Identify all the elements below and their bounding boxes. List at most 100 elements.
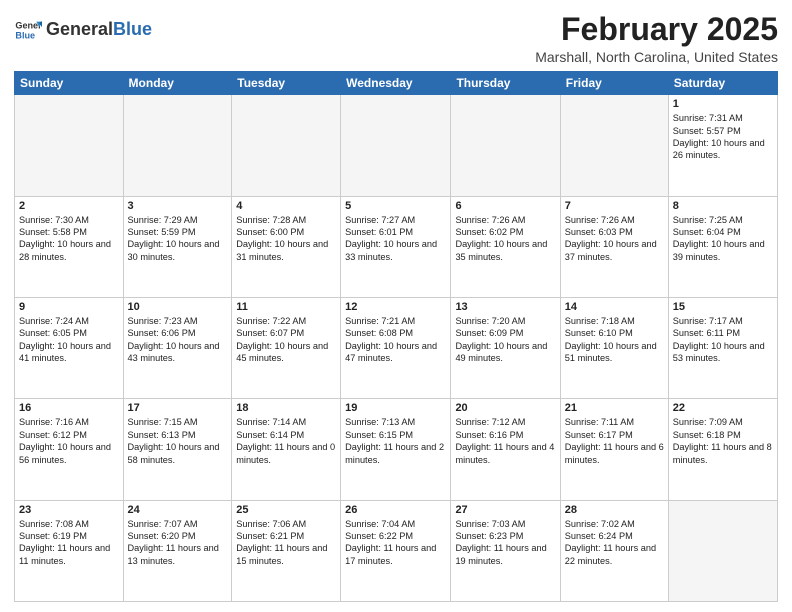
day-number: 25	[236, 504, 336, 516]
day-number: 1	[673, 98, 773, 110]
title-block: February 2025 Marshall, North Carolina, …	[535, 12, 778, 65]
calendar-cell	[15, 95, 124, 196]
day-info: Sunrise: 7:03 AMSunset: 6:23 PMDaylight:…	[455, 518, 555, 568]
calendar-cell: 1 Sunrise: 7:31 AMSunset: 5:57 PMDaylight…	[668, 95, 777, 196]
day-number: 22	[673, 402, 773, 414]
logo: General Blue GeneralBlue	[14, 16, 152, 44]
calendar-cell: 7Sunrise: 7:26 AMSunset: 6:03 PMDaylight…	[560, 196, 668, 297]
day-info: Sunrise: 7:20 AMSunset: 6:09 PMDaylight:…	[455, 315, 555, 365]
day-number: 2	[19, 200, 119, 212]
day-number: 16	[19, 402, 119, 414]
day-number: 17	[128, 402, 228, 414]
calendar-cell	[668, 500, 777, 601]
day-info: Sunrise: 7:15 AMSunset: 6:13 PMDaylight:…	[128, 416, 228, 466]
calendar-cell: 5 Sunrise: 7:27 AMSunset: 6:01 PMDaylight…	[341, 196, 451, 297]
day-number: 28	[565, 504, 664, 516]
day-number: 12	[345, 301, 446, 313]
calendar-cell: 23 Sunrise: 7:08 AMSunset: 6:19 PMDayligh…	[15, 500, 124, 601]
weekday-header-saturday: Saturday	[668, 72, 777, 95]
calendar-cell	[123, 95, 232, 196]
weekday-header-row: SundayMondayTuesdayWednesdayThursdayFrid…	[15, 72, 778, 95]
day-info: Sunrise: 7:14 AMSunset: 6:14 PMDaylight:…	[236, 416, 336, 466]
weekday-header-friday: Friday	[560, 72, 668, 95]
calendar-cell: 20Sunrise: 7:12 AMSunset: 6:16 PMDayligh…	[451, 399, 560, 500]
day-number: 18	[236, 402, 336, 414]
calendar-table: SundayMondayTuesdayWednesdayThursdayFrid…	[14, 71, 778, 602]
calendar-title: February 2025	[535, 12, 778, 47]
calendar-cell: 16 Sunrise: 7:16 AMSunset: 6:12 PMDayligh…	[15, 399, 124, 500]
calendar-week-row: 9 Sunrise: 7:24 AMSunset: 6:05 PMDaylight…	[15, 297, 778, 398]
calendar-week-row: 1 Sunrise: 7:31 AMSunset: 5:57 PMDaylight…	[15, 95, 778, 196]
calendar-cell: 13 Sunrise: 7:20 AMSunset: 6:09 PMDayligh…	[451, 297, 560, 398]
day-info: Sunrise: 7:04 AMSunset: 6:22 PMDaylight:…	[345, 518, 446, 568]
calendar-cell	[341, 95, 451, 196]
calendar-cell: 22 Sunrise: 7:09 AMSunset: 6:18 PMDayligh…	[668, 399, 777, 500]
day-info: Sunrise: 7:29 AMSunset: 5:59 PMDaylight:…	[128, 214, 228, 264]
calendar-cell: 17 Sunrise: 7:15 AMSunset: 6:13 PMDayligh…	[123, 399, 232, 500]
day-info: Sunrise: 7:23 AMSunset: 6:06 PMDaylight:…	[128, 315, 228, 365]
day-info: Sunrise: 7:18 AMSunset: 6:10 PMDaylight:…	[565, 315, 664, 365]
day-info: Sunrise: 7:02 AMSunset: 6:24 PMDaylight:…	[565, 518, 664, 568]
day-number: 5	[345, 200, 446, 212]
day-info: Sunrise: 7:08 AMSunset: 6:19 PMDaylight:…	[19, 518, 119, 568]
calendar-cell: 6Sunrise: 7:26 AMSunset: 6:02 PMDaylight…	[451, 196, 560, 297]
day-number: 9	[19, 301, 119, 313]
day-info: Sunrise: 7:12 AMSunset: 6:16 PMDaylight:…	[455, 416, 555, 466]
weekday-header-sunday: Sunday	[15, 72, 124, 95]
day-info: Sunrise: 7:11 AMSunset: 6:17 PMDaylight:…	[565, 416, 664, 466]
day-number: 21	[565, 402, 664, 414]
day-number: 3	[128, 200, 228, 212]
day-number: 6	[455, 200, 555, 212]
svg-text:Blue: Blue	[15, 30, 35, 40]
day-number: 8	[673, 200, 773, 212]
day-number: 26	[345, 504, 446, 516]
day-info: Sunrise: 7:21 AMSunset: 6:08 PMDaylight:…	[345, 315, 446, 365]
day-info: Sunrise: 7:13 AMSunset: 6:15 PMDaylight:…	[345, 416, 446, 466]
logo-general-text: General	[46, 19, 113, 39]
calendar-cell: 3 Sunrise: 7:29 AMSunset: 5:59 PMDaylight…	[123, 196, 232, 297]
day-info: Sunrise: 7:25 AMSunset: 6:04 PMDaylight:…	[673, 214, 773, 264]
calendar-cell	[232, 95, 341, 196]
day-info: Sunrise: 7:07 AMSunset: 6:20 PMDaylight:…	[128, 518, 228, 568]
day-info: Sunrise: 7:31 AMSunset: 5:57 PMDaylight:…	[673, 112, 773, 162]
calendar-cell: 11 Sunrise: 7:22 AMSunset: 6:07 PMDayligh…	[232, 297, 341, 398]
day-number: 13	[455, 301, 555, 313]
weekday-header-wednesday: Wednesday	[341, 72, 451, 95]
day-info: Sunrise: 7:09 AMSunset: 6:18 PMDaylight:…	[673, 416, 773, 466]
calendar-cell: 27Sunrise: 7:03 AMSunset: 6:23 PMDayligh…	[451, 500, 560, 601]
day-info: Sunrise: 7:22 AMSunset: 6:07 PMDaylight:…	[236, 315, 336, 365]
calendar-week-row: 2 Sunrise: 7:30 AMSunset: 5:58 PMDaylight…	[15, 196, 778, 297]
calendar-cell: 26 Sunrise: 7:04 AMSunset: 6:22 PMDayligh…	[341, 500, 451, 601]
day-number: 15	[673, 301, 773, 313]
calendar-cell	[451, 95, 560, 196]
calendar-cell: 15 Sunrise: 7:17 AMSunset: 6:11 PMDayligh…	[668, 297, 777, 398]
calendar-cell: 21 Sunrise: 7:11 AMSunset: 6:17 PMDayligh…	[560, 399, 668, 500]
calendar-cell: 10 Sunrise: 7:23 AMSunset: 6:06 PMDayligh…	[123, 297, 232, 398]
calendar-cell: 12 Sunrise: 7:21 AMSunset: 6:08 PMDayligh…	[341, 297, 451, 398]
day-info: Sunrise: 7:16 AMSunset: 6:12 PMDaylight:…	[19, 416, 119, 466]
calendar-cell: 2 Sunrise: 7:30 AMSunset: 5:58 PMDaylight…	[15, 196, 124, 297]
day-number: 14	[565, 301, 664, 313]
logo-blue-text: Blue	[113, 19, 152, 39]
day-info: Sunrise: 7:24 AMSunset: 6:05 PMDaylight:…	[19, 315, 119, 365]
calendar-cell	[560, 95, 668, 196]
day-number: 24	[128, 504, 228, 516]
day-number: 19	[345, 402, 446, 414]
day-info: Sunrise: 7:26 AMSunset: 6:03 PMDaylight:…	[565, 214, 664, 264]
calendar-cell: 8 Sunrise: 7:25 AMSunset: 6:04 PMDaylight…	[668, 196, 777, 297]
logo-icon: General Blue	[14, 16, 42, 44]
day-info: Sunrise: 7:30 AMSunset: 5:58 PMDaylight:…	[19, 214, 119, 264]
day-number: 11	[236, 301, 336, 313]
calendar-cell: 19 Sunrise: 7:13 AMSunset: 6:15 PMDayligh…	[341, 399, 451, 500]
day-number: 10	[128, 301, 228, 313]
day-number: 23	[19, 504, 119, 516]
day-info: Sunrise: 7:17 AMSunset: 6:11 PMDaylight:…	[673, 315, 773, 365]
weekday-header-monday: Monday	[123, 72, 232, 95]
weekday-header-tuesday: Tuesday	[232, 72, 341, 95]
calendar-subtitle: Marshall, North Carolina, United States	[535, 49, 778, 65]
day-info: Sunrise: 7:27 AMSunset: 6:01 PMDaylight:…	[345, 214, 446, 264]
header: General Blue GeneralBlue February 2025 M…	[14, 12, 778, 65]
calendar-cell: 28 Sunrise: 7:02 AMSunset: 6:24 PMDayligh…	[560, 500, 668, 601]
calendar-cell: 18 Sunrise: 7:14 AMSunset: 6:14 PMDayligh…	[232, 399, 341, 500]
calendar-week-row: 16 Sunrise: 7:16 AMSunset: 6:12 PMDayligh…	[15, 399, 778, 500]
